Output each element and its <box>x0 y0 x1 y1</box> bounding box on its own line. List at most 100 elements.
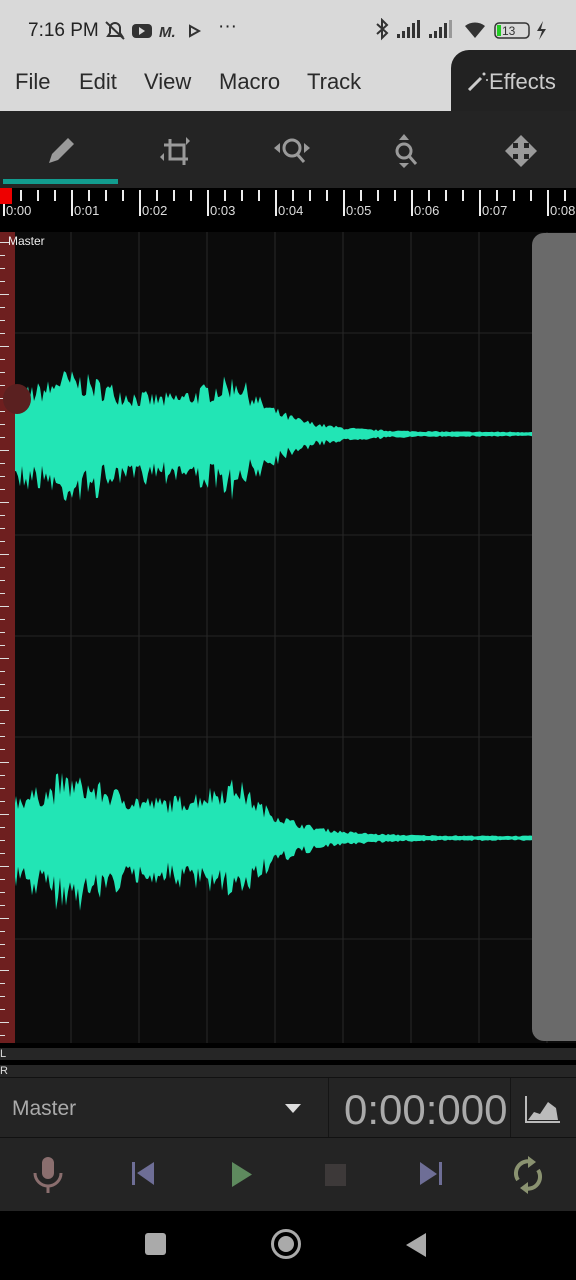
ruler-tick <box>37 190 39 201</box>
skip-forward-icon[interactable] <box>418 1160 446 1188</box>
scrollbar[interactable] <box>532 233 576 1041</box>
ruler-tick <box>139 190 141 216</box>
move-icon[interactable] <box>501 133 541 169</box>
home-button[interactable] <box>271 1229 301 1259</box>
waveform-channel <box>0 371 576 502</box>
ruler-tick <box>411 190 413 216</box>
ruler-tick <box>156 190 158 201</box>
info-panel: Master 0:00:000 <box>0 1077 576 1137</box>
wifi-icon <box>465 22 485 38</box>
ruler-tick <box>241 190 243 201</box>
ruler-tick <box>547 190 549 216</box>
menu-track[interactable]: Track <box>307 69 361 95</box>
ruler-tick <box>394 190 396 201</box>
ruler-tick <box>530 190 532 201</box>
ruler-tick <box>71 190 73 216</box>
system-icons: 13 <box>376 18 546 41</box>
play-store-icon <box>189 24 202 38</box>
zoom-vertical-icon[interactable] <box>386 133 426 169</box>
ruler-tick <box>224 190 226 201</box>
ruler-label: 0:06 <box>414 203 440 218</box>
ruler-tick <box>343 190 345 216</box>
ruler-tick <box>564 190 566 201</box>
ruler-tick <box>360 190 362 201</box>
zoom-horizontal-icon[interactable] <box>272 133 312 169</box>
waveform-channel <box>0 772 576 911</box>
ruler-label: 0:00 <box>6 203 32 218</box>
track-area[interactable] <box>0 232 576 1043</box>
stop-icon[interactable] <box>325 1164 346 1186</box>
magic-wand-icon <box>467 72 488 92</box>
track-select[interactable]: Master <box>0 1078 328 1137</box>
ruler-label: 0:08 <box>550 203 576 218</box>
signal-icon <box>397 20 420 38</box>
bell-off-icon <box>105 21 125 40</box>
back-button[interactable] <box>404 1231 428 1259</box>
ruler-tick <box>377 190 379 201</box>
crop-icon[interactable] <box>156 133 196 169</box>
track-name: Master <box>8 234 45 248</box>
ruler-tick <box>513 190 515 201</box>
effects-label: Effects <box>489 69 556 94</box>
bluetooth-icon <box>376 18 389 41</box>
ruler-label: 0:05 <box>346 203 372 218</box>
ruler-label: 0:03 <box>210 203 236 218</box>
playhead-marker[interactable] <box>0 188 12 204</box>
ruler-tick <box>207 190 209 216</box>
signal-icon <box>429 20 452 38</box>
ruler-tick <box>105 190 107 201</box>
active-tool-indicator <box>3 179 118 184</box>
pencil-icon[interactable] <box>41 133 81 169</box>
ruler-tick <box>122 190 124 201</box>
ruler-tick <box>309 190 311 201</box>
track-select-value: Master <box>12 1097 77 1120</box>
notification-icons: M. <box>105 21 202 41</box>
ruler-tick <box>445 190 447 201</box>
menu-view[interactable]: View <box>144 69 191 95</box>
skip-back-icon[interactable] <box>130 1160 158 1188</box>
ruler-tick <box>292 190 294 201</box>
time-ruler[interactable]: 0:00 0:01 0:02 0:03 0:04 0:05 0:06 0:07 0:08 <box>0 188 576 232</box>
effects-tab[interactable]: Effects <box>451 50 576 111</box>
clock: 7:16 PM <box>28 20 99 41</box>
app-m-icon: M. <box>159 24 176 41</box>
meter-right: R <box>0 1065 576 1077</box>
meter-left: L <box>0 1048 576 1060</box>
ruler-tick <box>54 190 56 201</box>
ruler-tick <box>258 190 260 201</box>
chevron-down-icon <box>285 1104 301 1113</box>
ruler-label: 0:04 <box>278 203 304 218</box>
status-bar: 7:16 PM M. ··· 13 <box>0 0 576 55</box>
menu-file[interactable]: File <box>15 69 50 95</box>
ruler-tick <box>20 190 22 201</box>
ruler-label: 0:01 <box>74 203 100 218</box>
recents-button[interactable] <box>145 1233 166 1255</box>
ruler-label: 0:02 <box>142 203 168 218</box>
svg-text:13: 13 <box>502 24 516 38</box>
menu-macro[interactable]: Macro <box>219 69 280 95</box>
ruler-tick <box>190 190 192 201</box>
tool-bar <box>0 111 576 188</box>
playhead-handle[interactable] <box>3 384 31 414</box>
menu-edit[interactable]: Edit <box>79 69 117 95</box>
ruler-tick <box>88 190 90 201</box>
charging-icon <box>537 21 546 40</box>
more-icon: ··· <box>218 16 237 37</box>
loop-icon[interactable] <box>510 1156 546 1196</box>
time-display: 0:00:000 <box>344 1086 508 1133</box>
level-meters: L R <box>0 1043 576 1077</box>
play-icon[interactable] <box>230 1160 256 1188</box>
navigation-bar <box>0 1211 576 1280</box>
waveform <box>0 232 576 1043</box>
ruler-label: 0:07 <box>482 203 508 218</box>
ruler-tick <box>496 190 498 201</box>
microphone-icon[interactable] <box>30 1155 66 1195</box>
ruler-tick <box>173 190 175 201</box>
ruler-tick <box>326 190 328 201</box>
spectrum-icon[interactable] <box>524 1096 562 1124</box>
ruler-tick <box>275 190 277 216</box>
transport-bar <box>0 1137 576 1211</box>
playhead-strip[interactable] <box>0 232 15 1043</box>
ruler-tick <box>428 190 430 201</box>
ruler-tick <box>479 190 481 216</box>
